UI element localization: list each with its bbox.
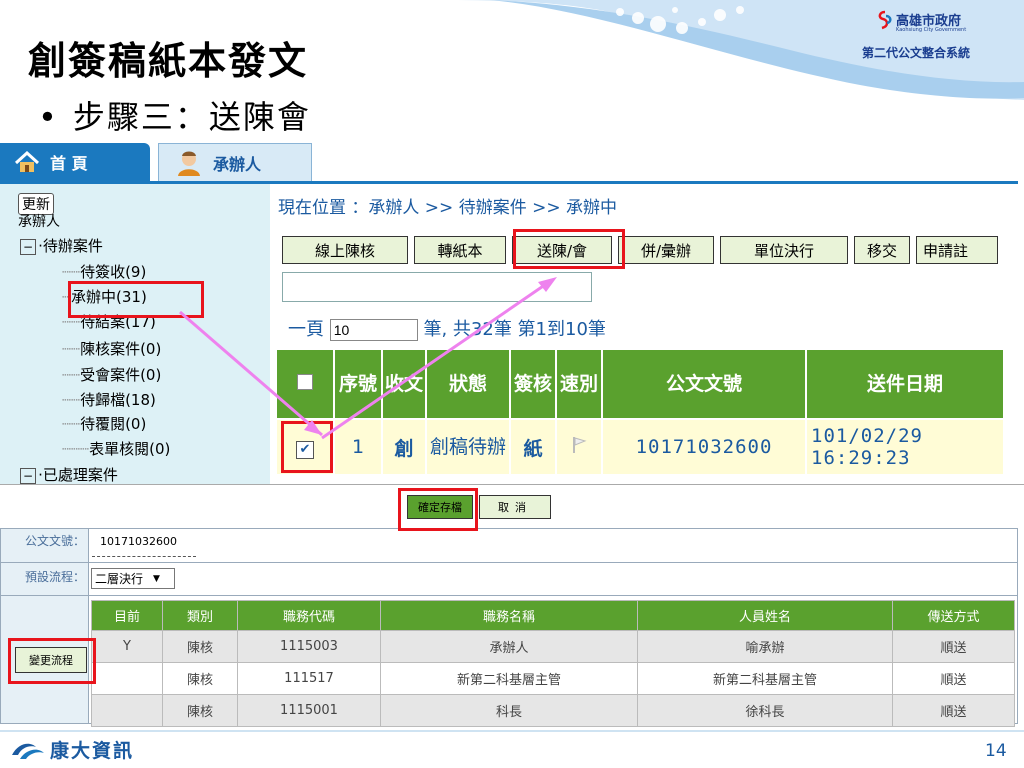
arrow-head (538, 277, 557, 292)
footer-divider (0, 730, 1024, 732)
arrow-line (321, 278, 553, 440)
page-number: 14 (985, 741, 1007, 761)
company-logo: 康大資訊 (10, 736, 134, 763)
company-name: 康大資訊 (50, 740, 135, 762)
arrow-line (179, 310, 323, 437)
pointer-arrows (179, 277, 557, 440)
company-mark-icon (12, 743, 44, 759)
